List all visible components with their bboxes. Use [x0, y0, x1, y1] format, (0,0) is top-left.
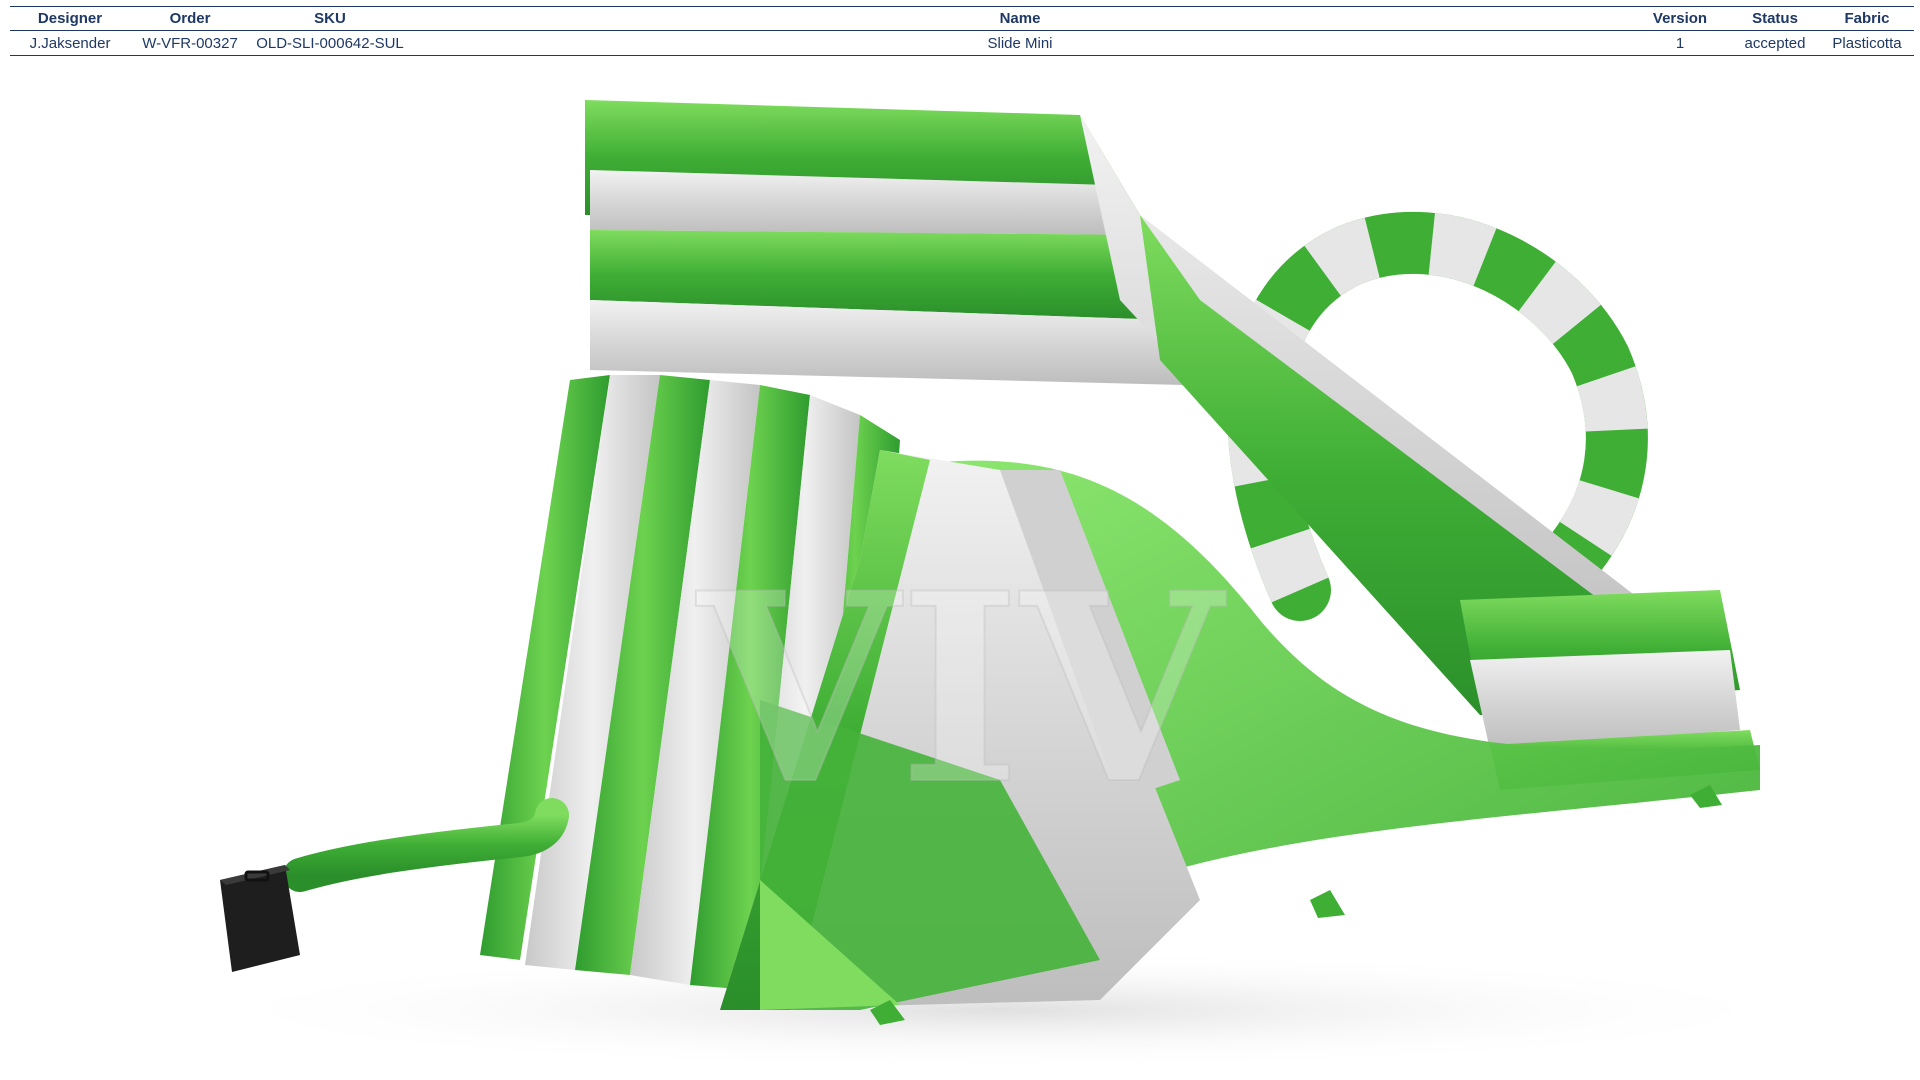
cell-status: accepted [1744, 34, 1806, 52]
column-fabric: Fabric [1844, 10, 1890, 27]
inflatable-slide-render: VIV [180, 100, 1820, 1070]
cell-order: W-VFR-00327 [142, 34, 238, 52]
column-sku: SKU [314, 10, 346, 27]
cell-fabric: Plasticotta [1832, 34, 1902, 52]
watermark-logo: VIV [693, 537, 1228, 842]
column-order: Order [169, 10, 211, 27]
table-row: J.Jaksender W-VFR-00327 OLD-SLI-000642-S… [10, 31, 1914, 56]
cell-name: Slide Mini [987, 34, 1053, 52]
column-name: Name [999, 10, 1041, 27]
column-designer: Designer [37, 10, 103, 27]
cell-version: 1 [1675, 34, 1685, 52]
column-status: Status [1752, 10, 1798, 27]
column-version: Version [1652, 10, 1708, 27]
cell-sku: OLD-SLI-000642-SUL [256, 34, 404, 52]
table-header-row: Designer Order SKU Name Version Status F… [10, 6, 1914, 31]
product-info-table: Designer Order SKU Name Version Status F… [10, 6, 1914, 56]
cell-designer: J.Jaksender [29, 34, 111, 52]
